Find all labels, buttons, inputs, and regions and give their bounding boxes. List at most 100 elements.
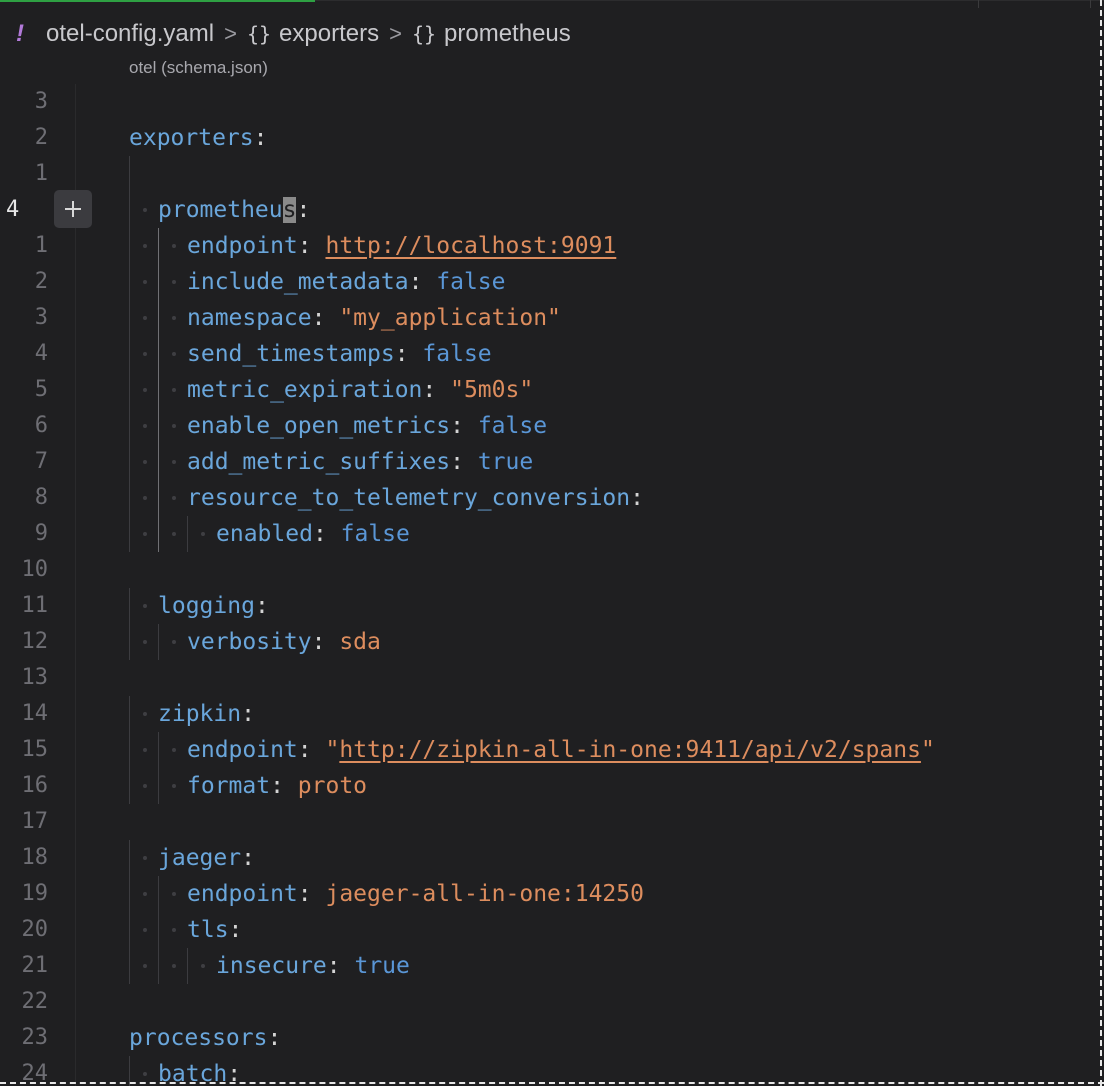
code-line[interactable]: 20 tls: <box>0 912 1104 948</box>
whitespace-dot <box>143 496 147 500</box>
yaml-value: http://zipkin-all-in-one:9411/api/v2/spa… <box>339 737 921 763</box>
yaml-value: proto <box>297 773 368 799</box>
yaml-punctuation: : <box>270 773 298 799</box>
code-text: send_timestamps: false <box>187 336 492 372</box>
yaml-key: prometheu <box>158 197 283 223</box>
code-line[interactable]: 16 format: proto <box>0 768 1104 804</box>
yaml-file-icon: ! <box>16 20 24 47</box>
code-line[interactable]: 6 enable_open_metrics: false <box>0 408 1104 444</box>
breadcrumb: ! otel-config.yaml > {} exporters > {} p… <box>16 18 571 50</box>
indent-guide <box>187 516 188 552</box>
indent-guide <box>129 300 130 336</box>
code-line[interactable]: 5 metric_expiration: "5m0s" <box>0 372 1104 408</box>
line-number: 20 <box>21 917 49 942</box>
yaml-key: insecure <box>216 953 327 979</box>
indent-guide <box>158 408 159 444</box>
code-text: logging: <box>158 588 269 624</box>
whitespace-dot <box>172 640 176 644</box>
indent-guide <box>187 948 188 984</box>
breadcrumb-exporters[interactable]: exporters <box>279 20 379 48</box>
selection-border <box>1100 0 1102 1086</box>
indent-guide <box>158 228 159 264</box>
line-number: 19 <box>21 881 49 906</box>
code-line[interactable]: 12 verbosity: sda <box>0 624 1104 660</box>
yaml-punctuation: : <box>450 449 478 475</box>
code-line[interactable]: 2 include_metadata: false <box>0 264 1104 300</box>
code-line[interactable]: 19 endpoint: jaeger-all-in-one:14250 <box>0 876 1104 912</box>
yaml-punctuation: : <box>422 377 451 403</box>
indent-guide <box>129 444 130 480</box>
code-text: jaeger: <box>158 840 255 876</box>
code-line[interactable]: 7 add_metric_suffixes: true <box>0 444 1104 480</box>
whitespace-dot <box>143 316 147 320</box>
code-line[interactable]: 11 logging: <box>0 588 1104 624</box>
yaml-value: "5m0s" <box>450 377 534 403</box>
line-number: 14 <box>21 701 49 726</box>
code-line[interactable]: 22 <box>0 984 1104 1020</box>
line-number: 5 <box>34 377 48 402</box>
code-line[interactable]: 14 zipkin: <box>0 696 1104 732</box>
indent-guide <box>129 948 130 984</box>
code-line[interactable]: 18 jaeger: <box>0 840 1104 876</box>
add-line-button[interactable] <box>54 190 92 228</box>
whitespace-dot <box>172 460 176 464</box>
code-line[interactable]: 17 <box>0 804 1104 840</box>
indent-guide <box>129 696 130 732</box>
indent-guide <box>158 444 159 480</box>
selection-border <box>0 1082 1104 1084</box>
whitespace-dot <box>143 424 147 428</box>
whitespace-dot <box>143 388 147 392</box>
text-cursor: s <box>282 197 297 223</box>
code-line[interactable]: 23 processors: <box>0 1020 1104 1056</box>
indent-guide <box>129 516 130 552</box>
indent-guide <box>129 372 130 408</box>
yaml-key: processors <box>129 1025 268 1051</box>
code-text: endpoint: "http://zipkin-all-in-one:9411… <box>187 732 935 768</box>
code-text: endpoint: http://localhost:9091 <box>187 228 616 264</box>
whitespace-dot <box>172 964 176 968</box>
yaml-punctuation: : <box>450 413 478 439</box>
yaml-key: metric_expiration <box>187 377 423 403</box>
whitespace-dot <box>143 748 147 752</box>
whitespace-dot <box>143 208 147 212</box>
whitespace-dot <box>172 352 176 356</box>
code-line[interactable]: 21 insecure: true <box>0 948 1104 984</box>
yaml-punctuation: : <box>253 125 268 151</box>
whitespace-dot <box>201 964 205 968</box>
code-text: verbosity: sda <box>187 624 381 660</box>
yaml-value: "my_application" <box>339 305 561 331</box>
object-braces-icon: {} <box>411 22 437 46</box>
schema-codelens[interactable]: otel (schema.json) <box>129 58 268 78</box>
code-line[interactable]: 2 exporters: <box>0 120 1104 156</box>
indent-guide <box>158 732 159 768</box>
code-line[interactable]: 1 <box>0 156 1104 192</box>
code-text: format: proto <box>187 768 367 804</box>
breadcrumb-prometheus[interactable]: prometheus <box>444 20 571 48</box>
code-line[interactable]: 9 enabled: false <box>0 516 1104 552</box>
code-line[interactable]: 4 send_timestamps: false <box>0 336 1104 372</box>
indent-guide <box>158 624 159 660</box>
code-line[interactable]: 8 resource_to_telemetry_conversion: <box>0 480 1104 516</box>
code-text: enabled: false <box>216 516 410 552</box>
whitespace-dot <box>143 712 147 716</box>
code-line[interactable]: 3 <box>0 84 1104 120</box>
code-line[interactable]: 10 <box>0 552 1104 588</box>
yaml-boolean: false <box>422 341 492 367</box>
code-line[interactable]: 3 namespace: "my_application" <box>0 300 1104 336</box>
indent-guide <box>129 264 130 300</box>
code-line[interactable]: 15 endpoint: "http://zipkin-all-in-one:94… <box>0 732 1104 768</box>
code-text: insecure: true <box>216 948 410 984</box>
code-line[interactable]: 1 endpoint: http://localhost:9091 <box>0 228 1104 264</box>
code-line[interactable]: 13 <box>0 660 1104 696</box>
whitespace-dot <box>172 424 176 428</box>
yaml-punctuation: : <box>296 197 311 223</box>
yaml-key: endpoint <box>187 233 298 259</box>
whitespace-dot <box>172 244 176 248</box>
yaml-key: namespace <box>187 305 312 331</box>
yaml-value: http://localhost:9091 <box>325 233 617 259</box>
yaml-punctuation: : <box>228 917 243 943</box>
breadcrumb-file[interactable]: otel-config.yaml <box>46 20 214 48</box>
indent-guide <box>129 768 130 804</box>
code-line[interactable]: 4 prometheus: <box>0 192 1104 228</box>
yaml-boolean: false <box>340 521 410 547</box>
